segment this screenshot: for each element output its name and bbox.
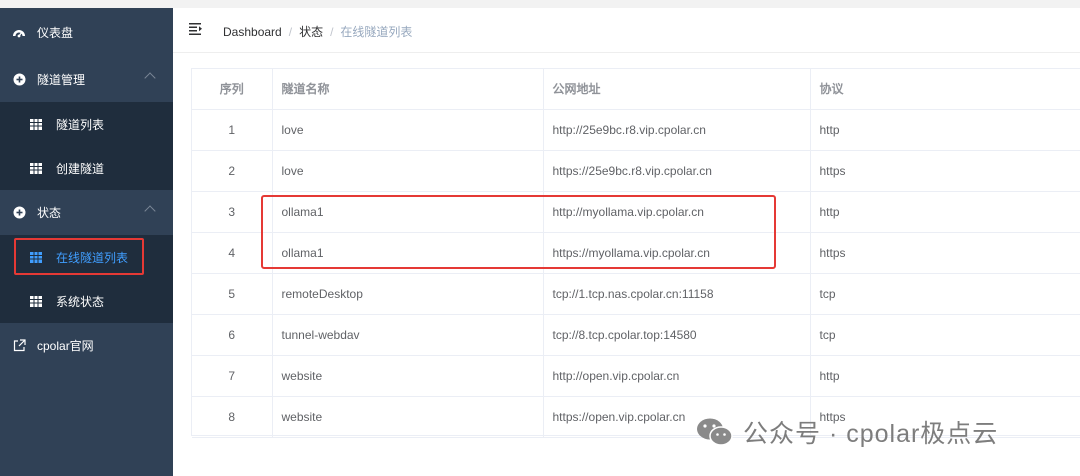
- table-row: 7 website http://open.vip.cpolar.cn http: [192, 355, 1080, 397]
- table-row: 2 love https://25e9bc.r8.vip.cpolar.cn h…: [192, 150, 1080, 192]
- breadcrumb-home[interactable]: Dashboard: [223, 25, 282, 39]
- breadcrumb: Dashboard / 状态 / 在线隧道列表: [223, 23, 412, 40]
- cell-url[interactable]: https://myollama.vip.cpolar.cn: [543, 232, 811, 274]
- sidebar-item-label: 在线隧道列表: [56, 250, 129, 265]
- sidebar-item-label: cpolar官网: [37, 339, 94, 353]
- table-row: 5 remoteDesktop tcp://1.tcp.nas.cpolar.c…: [192, 273, 1080, 315]
- wechat-icon: [695, 416, 735, 448]
- top-navbar: Dashboard / 状态 / 在线隧道列表: [173, 8, 1080, 53]
- sidebar-item-label: 系统状态: [56, 294, 105, 309]
- top-strip: [0, 0, 1080, 8]
- cell-protocol: tcp: [810, 314, 1080, 356]
- cell-url[interactable]: http://open.vip.cpolar.cn: [543, 355, 811, 397]
- cell-name: website: [272, 355, 544, 397]
- sidebar-item-tunnel-list[interactable]: 隧道列表: [0, 102, 173, 146]
- cell-url[interactable]: tcp://8.tcp.cpolar.top:14580: [543, 314, 811, 356]
- table-row: 1 love http://25e9bc.r8.vip.cpolar.cn ht…: [192, 109, 1080, 151]
- cell-index: 5: [192, 273, 273, 315]
- table-icon: [29, 117, 43, 131]
- table-icon: [29, 161, 43, 175]
- cell-name: website: [272, 396, 544, 438]
- cell-index: 7: [192, 355, 273, 397]
- sidebar-item-label: 仪表盘: [37, 26, 74, 40]
- column-header-protocol: 协议: [810, 69, 1080, 110]
- cell-name: love: [272, 150, 544, 192]
- watermark: 公众号 · cpolar极点云: [695, 414, 998, 450]
- sidebar-item-tunnel-management[interactable]: 隧道管理: [0, 57, 173, 102]
- sidebar-item-label: 状态: [37, 206, 62, 220]
- cell-name: remoteDesktop: [272, 273, 544, 315]
- dashboard-icon: [12, 26, 26, 40]
- chevron-up-icon: [144, 205, 156, 217]
- breadcrumb-separator: /: [330, 24, 334, 39]
- breadcrumb-current: 在线隧道列表: [340, 25, 413, 39]
- cell-index: 6: [192, 314, 273, 356]
- chevron-up-icon: [144, 72, 156, 84]
- column-header-url: 公网地址: [543, 69, 811, 110]
- cell-protocol: http: [810, 191, 1080, 233]
- sidebar-item-system-status[interactable]: 系统状态: [0, 279, 173, 323]
- cell-index: 4: [192, 232, 273, 274]
- cell-url[interactable]: tcp://1.tcp.nas.cpolar.cn:11158: [543, 273, 811, 315]
- cell-protocol: https: [810, 232, 1080, 274]
- table-row: 4 ollama1 https://myollama.vip.cpolar.cn…: [192, 232, 1080, 274]
- cell-name: love: [272, 109, 544, 151]
- cell-name: ollama1: [272, 191, 544, 233]
- cell-protocol: http: [810, 109, 1080, 151]
- sidebar-item-online-tunnel-list[interactable]: 在线隧道列表: [0, 235, 173, 279]
- table-header-row: 序列 隧道名称 公网地址 协议: [192, 69, 1080, 110]
- breadcrumb-separator: /: [288, 24, 293, 39]
- cell-name: ollama1: [272, 232, 544, 274]
- cell-protocol: tcp: [810, 273, 1080, 315]
- watermark-text: 公众号 · cpolar极点云: [743, 420, 999, 448]
- cell-index: 1: [192, 109, 273, 151]
- external-link-icon: [12, 339, 26, 353]
- table-icon: [29, 250, 43, 264]
- sidebar: 仪表盘 隧道管理 隧道列表 创建隧道 状态 在线隧道列表 系统状态 cpolar…: [0, 8, 173, 476]
- cell-url[interactable]: http://myollama.vip.cpolar.cn: [543, 191, 811, 233]
- cell-index: 3: [192, 191, 273, 233]
- sidebar-item-label: 隧道列表: [56, 117, 105, 132]
- cell-url[interactable]: https://25e9bc.r8.vip.cpolar.cn: [543, 150, 811, 192]
- table-row: 6 tunnel-webdav tcp://8.tcp.cpolar.top:1…: [192, 314, 1080, 356]
- online-tunnel-table: 序列 隧道名称 公网地址 协议 1 love http://25e9bc.r8.…: [191, 68, 1080, 438]
- sidebar-item-cpolar-website[interactable]: cpolar官网: [0, 323, 173, 368]
- sidebar-item-create-tunnel[interactable]: 创建隧道: [0, 146, 173, 190]
- cell-protocol: http: [810, 355, 1080, 397]
- column-header-index: 序列: [192, 69, 273, 110]
- cell-protocol: https: [810, 150, 1080, 192]
- breadcrumb-section[interactable]: 状态: [299, 23, 323, 40]
- sidebar-item-label: 隧道管理: [37, 73, 86, 87]
- plus-circle-icon: [12, 206, 26, 220]
- plus-circle-icon: [12, 73, 26, 87]
- cell-name: tunnel-webdav: [272, 314, 544, 356]
- table-row: 3 ollama1 http://myollama.vip.cpolar.cn …: [192, 191, 1080, 233]
- sidebar-item-label: 创建隧道: [56, 161, 105, 176]
- cell-index: 2: [192, 150, 273, 192]
- sidebar-item-status[interactable]: 状态: [0, 190, 173, 235]
- cell-index: 8: [192, 396, 273, 438]
- menu-toggle-icon[interactable]: [189, 22, 203, 36]
- column-header-name: 隧道名称: [272, 69, 544, 110]
- table-icon: [29, 294, 43, 308]
- sidebar-item-dashboard[interactable]: 仪表盘: [0, 8, 173, 57]
- cell-url[interactable]: http://25e9bc.r8.vip.cpolar.cn: [543, 109, 811, 151]
